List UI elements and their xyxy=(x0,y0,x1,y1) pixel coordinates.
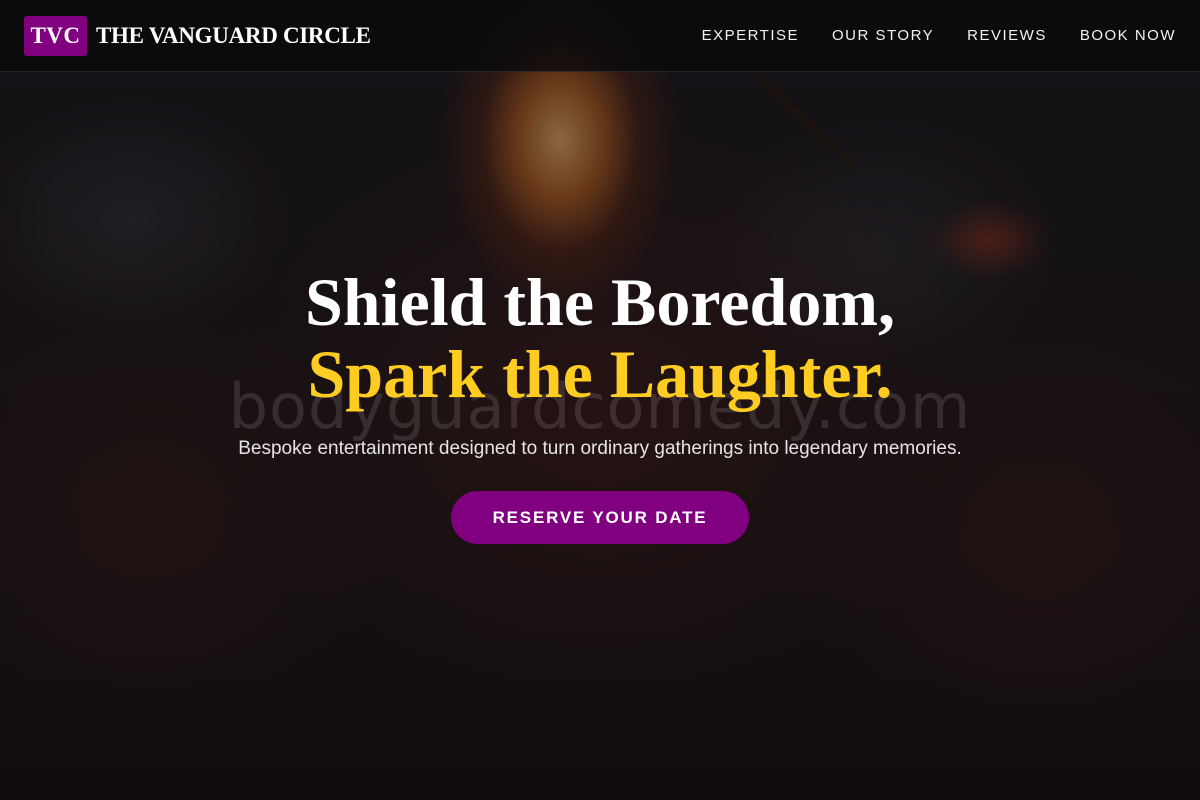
headline-line-2: Spark the Laughter. xyxy=(307,336,893,412)
hero-subtitle: Bespoke entertainment designed to turn o… xyxy=(238,438,962,459)
nav-link-expertise[interactable]: EXPERTISE xyxy=(702,27,799,44)
brand-name[interactable]: THE VANGUARD CIRCLE xyxy=(96,23,371,49)
nav-link-our-story[interactable]: OUR STORY xyxy=(832,27,934,44)
headline-line-1: Shield the Boredom, xyxy=(304,264,896,340)
hero-section: bodyguardcomedy.com Shield the Boredom, … xyxy=(0,0,1200,800)
logo-badge[interactable]: TVC xyxy=(24,15,87,56)
site-header: TVC THE VANGUARD CIRCLE EXPERTISE OUR ST… xyxy=(0,0,1200,72)
nav-link-reviews[interactable]: REVIEWS xyxy=(967,27,1047,44)
hero-headline: Shield the Boredom, Spark the Laughter. xyxy=(0,266,1200,410)
brand[interactable]: TVC THE VANGUARD CIRCLE xyxy=(24,15,371,56)
nav-link-book-now[interactable]: BOOK NOW xyxy=(1080,27,1176,44)
reserve-date-button[interactable]: RESERVE YOUR DATE xyxy=(451,491,749,544)
main-nav: EXPERTISE OUR STORY REVIEWS BOOK NOW xyxy=(702,27,1176,44)
